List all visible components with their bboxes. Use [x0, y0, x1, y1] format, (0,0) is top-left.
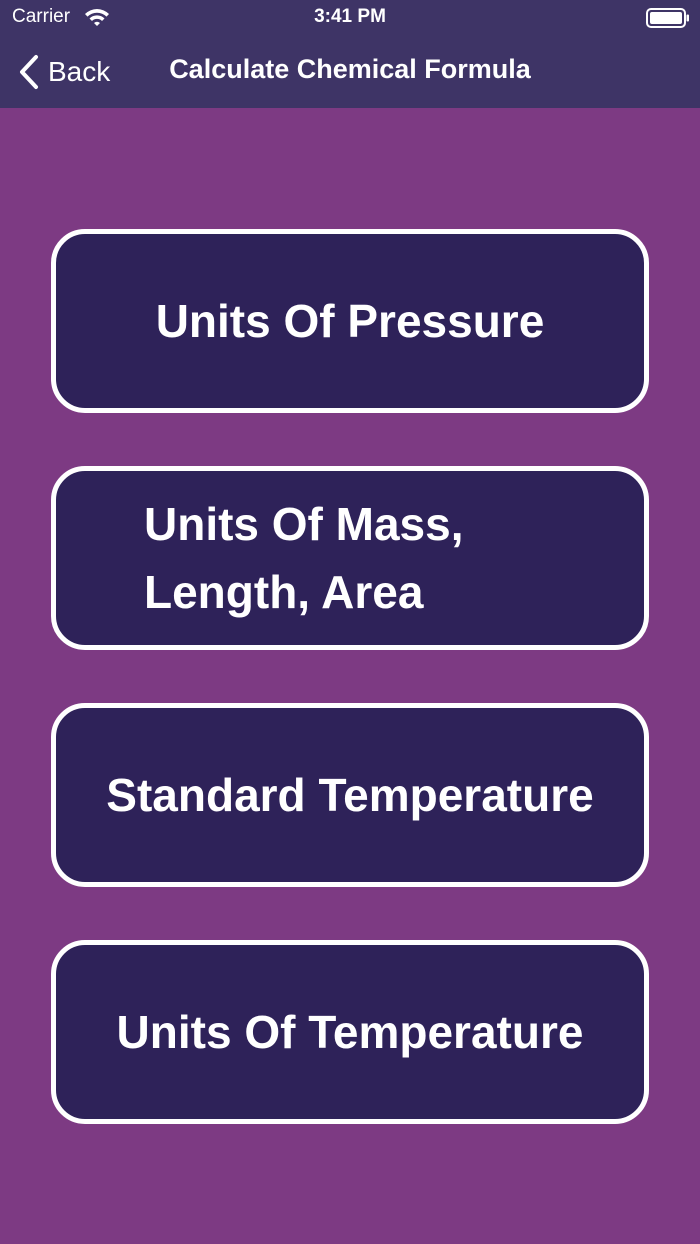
menu-list: Units Of Pressure Units Of Mass, Length,… [51, 229, 649, 1177]
menu-button-label: Units Of Mass, Length, Area [144, 498, 464, 618]
standard-temperature-button[interactable]: Standard Temperature [51, 703, 649, 887]
menu-button-label: Standard Temperature [106, 769, 594, 821]
top-bar: Carrier 3:41 PM Back Calculate Chemical … [0, 0, 700, 108]
status-time: 3:41 PM [314, 6, 386, 27]
menu-button-label: Units Of Temperature [116, 1006, 584, 1058]
navigation-bar: Back Calculate Chemical Formula [0, 36, 700, 108]
battery-icon [646, 8, 689, 28]
units-of-pressure-button[interactable]: Units Of Pressure [51, 229, 649, 413]
app-screen: Carrier 3:41 PM Back Calculate Chemical … [0, 0, 700, 1244]
menu-button-label: Units Of Pressure [155, 295, 545, 347]
page-title: Calculate Chemical Formula [169, 54, 531, 84]
status-bar: Carrier 3:41 PM [0, 0, 700, 36]
units-of-mass-length-area-button[interactable]: Units Of Mass, Length, Area [51, 466, 649, 650]
units-of-temperature-button[interactable]: Units Of Temperature [51, 940, 649, 1124]
